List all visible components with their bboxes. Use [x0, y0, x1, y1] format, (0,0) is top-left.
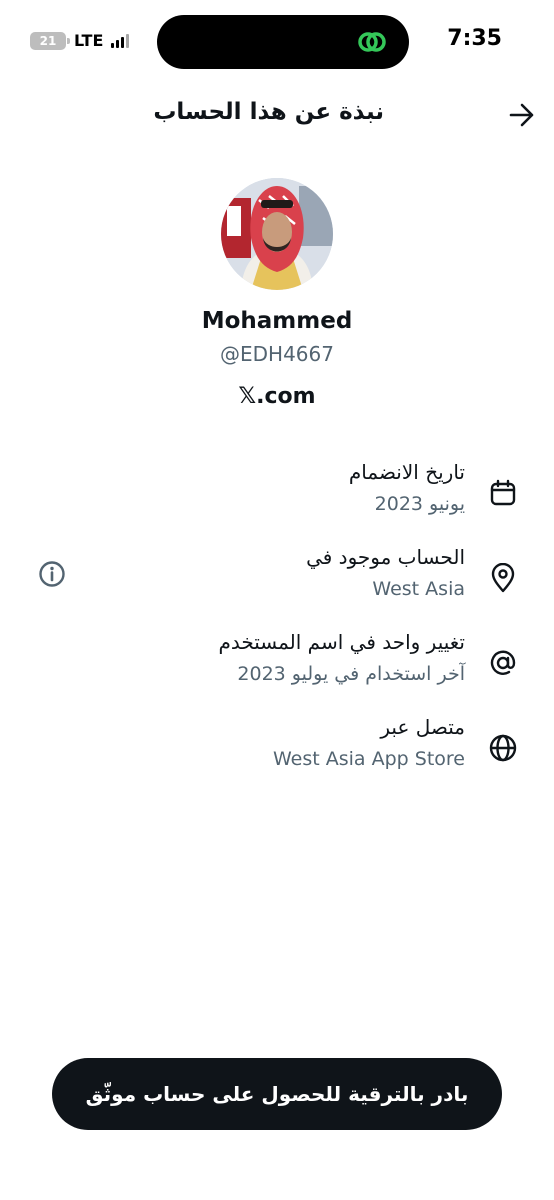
user-handle: @EDH4667 [220, 342, 334, 366]
status-time: 7:35 [447, 26, 502, 51]
connected-via-value: West Asia App Store [273, 748, 465, 770]
username-changes-title: تغيير واحد في اسم المستخدم [218, 630, 465, 654]
network-type: LTE [74, 31, 104, 50]
link-activity-icon [358, 32, 386, 52]
status-indicators: 21 LTE [30, 31, 130, 50]
battery-icon: 21 [30, 31, 70, 50]
info-icon[interactable] [38, 560, 66, 588]
avatar-image [221, 178, 333, 290]
at-sign-icon [490, 650, 516, 675]
upgrade-verified-button[interactable]: بادر بالترقية للحصول على حساب موثّق [52, 1058, 502, 1130]
battery-level: 21 [39, 33, 57, 48]
globe-icon [489, 734, 517, 762]
info-row-username-changes: تغيير واحد في اسم المستخدم آخر استخدام ف… [0, 630, 554, 700]
connected-via-title: متصل عبر [380, 715, 465, 739]
page-title: نبذة عن هذا الحساب [153, 99, 384, 125]
location-pin-icon [491, 563, 515, 593]
info-row-join-date: تاريخ الانضمام يونيو 2023 [0, 460, 554, 530]
x-site-link[interactable]: 𝕏.com [0, 384, 554, 409]
join-date-value: يونيو 2023 [374, 493, 465, 515]
arrow-right-icon[interactable] [508, 102, 536, 128]
location-value: West Asia [372, 578, 465, 600]
username-changes-value: آخر استخدام في يوليو 2023 [237, 663, 465, 685]
info-row-location: الحساب موجود في West Asia [0, 545, 554, 615]
join-date-title: تاريخ الانضمام [348, 460, 465, 484]
dynamic-island [157, 15, 409, 69]
info-row-connected-via: متصل عبر West Asia App Store [0, 715, 554, 785]
avatar[interactable] [221, 178, 333, 290]
display-name: Mohammed [201, 308, 353, 334]
location-title: الحساب موجود في [306, 545, 465, 569]
signal-strength-icon [111, 33, 130, 48]
calendar-icon [490, 479, 516, 506]
